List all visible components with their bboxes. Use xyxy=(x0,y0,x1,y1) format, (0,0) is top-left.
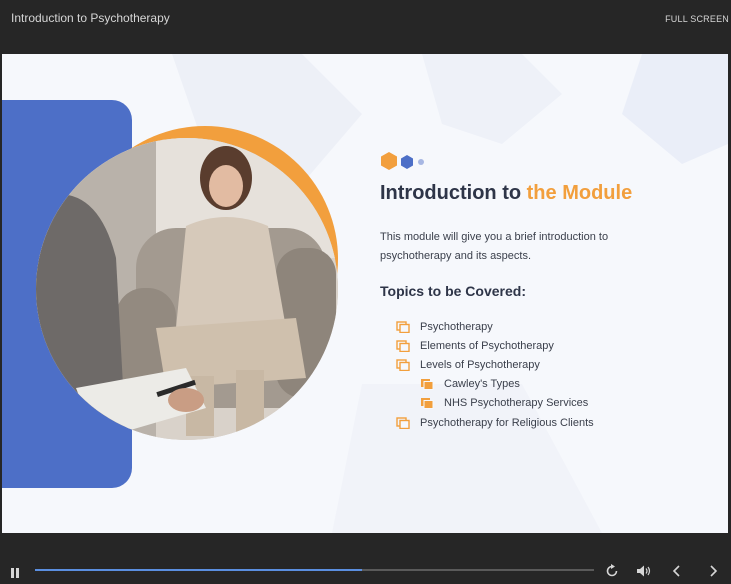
topic-label: Elements of Psychotherapy xyxy=(420,340,554,352)
list-filled-icon xyxy=(420,378,434,390)
therapy-photo-illustration xyxy=(36,138,338,440)
topic-item: Psychotherapy xyxy=(396,321,493,334)
topic-label: Cawley's Types xyxy=(444,378,520,390)
course-title: Introduction to Psychotherapy xyxy=(11,11,170,25)
therapy-session-photo xyxy=(36,138,338,440)
top-bar: Introduction to Psychotherapy FULL SCREE… xyxy=(0,0,731,54)
progress-bar[interactable] xyxy=(35,569,594,571)
pause-icon[interactable] xyxy=(9,564,21,578)
topic-item: Levels of Psychotherapy xyxy=(396,359,540,372)
heading-plain: Introduction to xyxy=(380,182,527,204)
subtopic-item: NHS Psychotherapy Services xyxy=(420,397,588,409)
topic-label: NHS Psychotherapy Services xyxy=(444,397,589,409)
decorative-hexagon-dots xyxy=(381,152,424,170)
progress-fill xyxy=(35,569,362,571)
slide-heading: Introduction to the Module xyxy=(380,182,632,205)
list-outline-icon xyxy=(396,321,410,334)
slide-canvas: Introduction to the Module This module w… xyxy=(2,54,728,533)
list-outline-icon xyxy=(396,359,410,372)
topic-label: Psychotherapy xyxy=(420,321,493,333)
topic-item: Psychotherapy for Religious Clients xyxy=(396,417,594,430)
topic-item: Elements of Psychotherapy xyxy=(396,340,554,353)
volume-icon[interactable] xyxy=(636,563,652,577)
player-controls-bar xyxy=(0,533,731,584)
slide-description: This module will give you a brief introd… xyxy=(380,231,609,262)
next-icon[interactable] xyxy=(707,563,719,577)
subtopic-item: Cawley's Types xyxy=(420,378,520,390)
list-outline-icon xyxy=(396,340,410,353)
replay-icon[interactable] xyxy=(605,563,619,577)
heading-accent: the Module xyxy=(526,182,633,204)
topics-title: Topics to be Covered: xyxy=(380,283,526,299)
list-outline-icon xyxy=(396,417,410,430)
list-filled-icon xyxy=(420,397,434,409)
topic-label: Psychotherapy for Religious Clients xyxy=(420,417,594,429)
fullscreen-button[interactable]: FULL SCREEN xyxy=(665,14,729,24)
previous-icon[interactable] xyxy=(671,563,683,577)
topic-label: Levels of Psychotherapy xyxy=(420,359,540,371)
